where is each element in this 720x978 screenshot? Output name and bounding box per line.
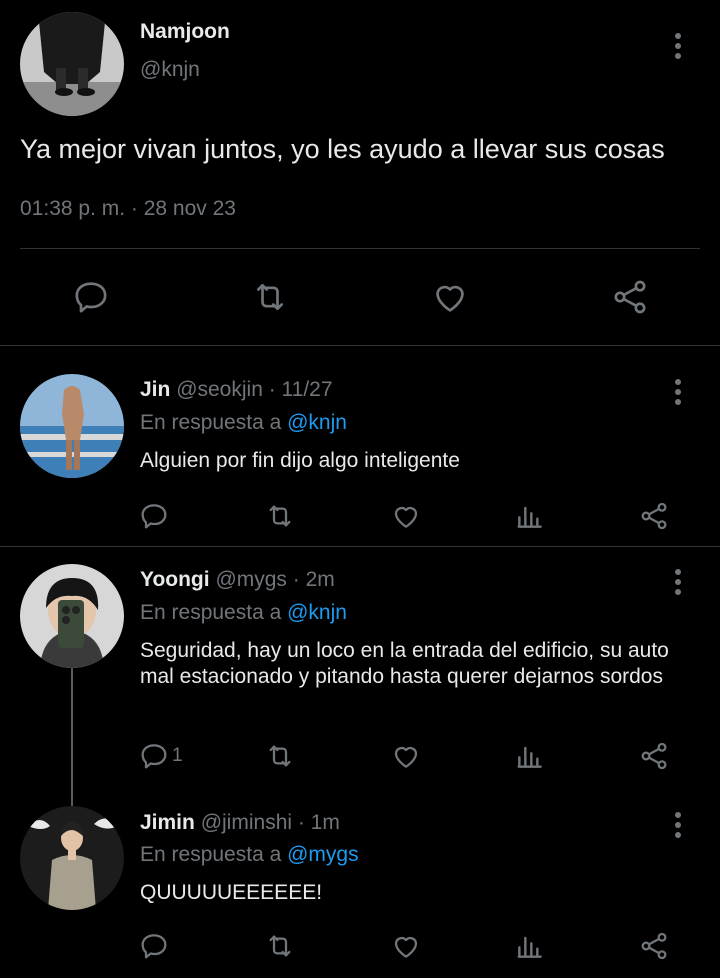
- reply-tweet[interactable]: Jin @seokjin · 11/27 En respuesta a @knj…: [0, 346, 720, 546]
- author-name[interactable]: Jimin: [140, 811, 195, 834]
- share-icon[interactable]: [638, 496, 670, 536]
- in-reply-label: En respuesta a: [140, 601, 282, 624]
- retweet-icon[interactable]: [243, 270, 297, 324]
- reply-button[interactable]: [138, 496, 172, 536]
- retweet-icon[interactable]: [264, 496, 296, 536]
- reply-time: · 11/27: [268, 378, 333, 401]
- author-handle[interactable]: @seokjin: [176, 378, 263, 401]
- avatar[interactable]: [20, 374, 124, 478]
- in-reply-to: En respuesta a @mygs: [140, 843, 359, 867]
- tweet-thread: Namjoon @knjn Ya mejor vivan juntos, yo …: [0, 0, 720, 978]
- share-icon[interactable]: [638, 926, 670, 966]
- reply-tweet[interactable]: Yoongi @mygs · 2m En respuesta a @knjn S…: [0, 547, 720, 787]
- more-options-icon[interactable]: [666, 376, 690, 408]
- author-handle[interactable]: @knjn: [140, 58, 200, 82]
- author-name[interactable]: Jin: [140, 378, 170, 401]
- like-icon[interactable]: [390, 926, 422, 966]
- reply-header: Yoongi @mygs · 2m: [140, 568, 335, 592]
- reply-time: · 2m: [292, 568, 335, 591]
- mention-link[interactable]: @knjn: [287, 601, 347, 624]
- analytics-icon[interactable]: [514, 736, 546, 776]
- reply-header: Jin @seokjin · 11/27: [140, 378, 333, 402]
- reply-header: Jimin @jiminshi · 1m: [140, 811, 340, 835]
- share-icon[interactable]: [603, 270, 657, 324]
- tweet-actions: [0, 270, 720, 324]
- reply-tweet[interactable]: Jimin @jiminshi · 1m En respuesta a @myg…: [0, 790, 720, 978]
- author-handle[interactable]: @jiminshi: [201, 811, 292, 834]
- in-reply-to: En respuesta a @knjn: [140, 411, 347, 435]
- reply-icon[interactable]: [138, 500, 170, 532]
- like-icon[interactable]: [423, 270, 477, 324]
- reply-button[interactable]: [138, 926, 172, 966]
- tweet-timestamp: 01:38 p. m. · 28 nov 23: [20, 197, 236, 220]
- reply-button[interactable]: 1: [138, 736, 183, 776]
- more-options-icon[interactable]: [666, 30, 690, 62]
- reply-time: · 1m: [297, 811, 340, 834]
- reply-actions: [130, 926, 710, 966]
- author-name[interactable]: Yoongi: [140, 568, 210, 591]
- reply-actions: 1: [130, 736, 710, 776]
- more-options-icon[interactable]: [666, 809, 690, 841]
- reply-text: Alguien por fin dijo algo inteligente: [140, 449, 460, 472]
- like-icon[interactable]: [390, 736, 422, 776]
- mention-link[interactable]: @knjn: [287, 411, 347, 434]
- in-reply-label: En respuesta a: [140, 411, 282, 434]
- mention-link[interactable]: @mygs: [287, 843, 359, 866]
- reply-actions: [130, 496, 710, 536]
- share-icon[interactable]: [638, 736, 670, 776]
- reply-icon[interactable]: [138, 930, 170, 962]
- reply-text: Seguridad, hay un loco en la entrada del…: [140, 639, 669, 688]
- avatar[interactable]: [20, 806, 124, 910]
- author-name[interactable]: Namjoon: [140, 20, 230, 44]
- divider: [20, 248, 700, 249]
- reply-count: 1: [172, 745, 183, 766]
- analytics-icon[interactable]: [514, 496, 546, 536]
- reply-icon[interactable]: [138, 740, 170, 772]
- avatar[interactable]: [20, 12, 124, 116]
- reply-text: QUUUUUEEEEEE!: [140, 881, 323, 904]
- author-handle[interactable]: @mygs: [215, 568, 287, 591]
- more-options-icon[interactable]: [666, 566, 690, 598]
- avatar[interactable]: [20, 564, 124, 668]
- tweet-text: Ya mejor vivan juntos, yo les ayudo a ll…: [20, 134, 665, 164]
- in-reply-to: En respuesta a @knjn: [140, 601, 347, 625]
- analytics-icon[interactable]: [514, 926, 546, 966]
- like-icon[interactable]: [390, 496, 422, 536]
- retweet-icon[interactable]: [264, 736, 296, 776]
- reply-icon[interactable]: [64, 270, 118, 324]
- in-reply-label: En respuesta a: [140, 843, 282, 866]
- retweet-icon[interactable]: [264, 926, 296, 966]
- main-tweet: Namjoon @knjn Ya mejor vivan juntos, yo …: [0, 0, 720, 346]
